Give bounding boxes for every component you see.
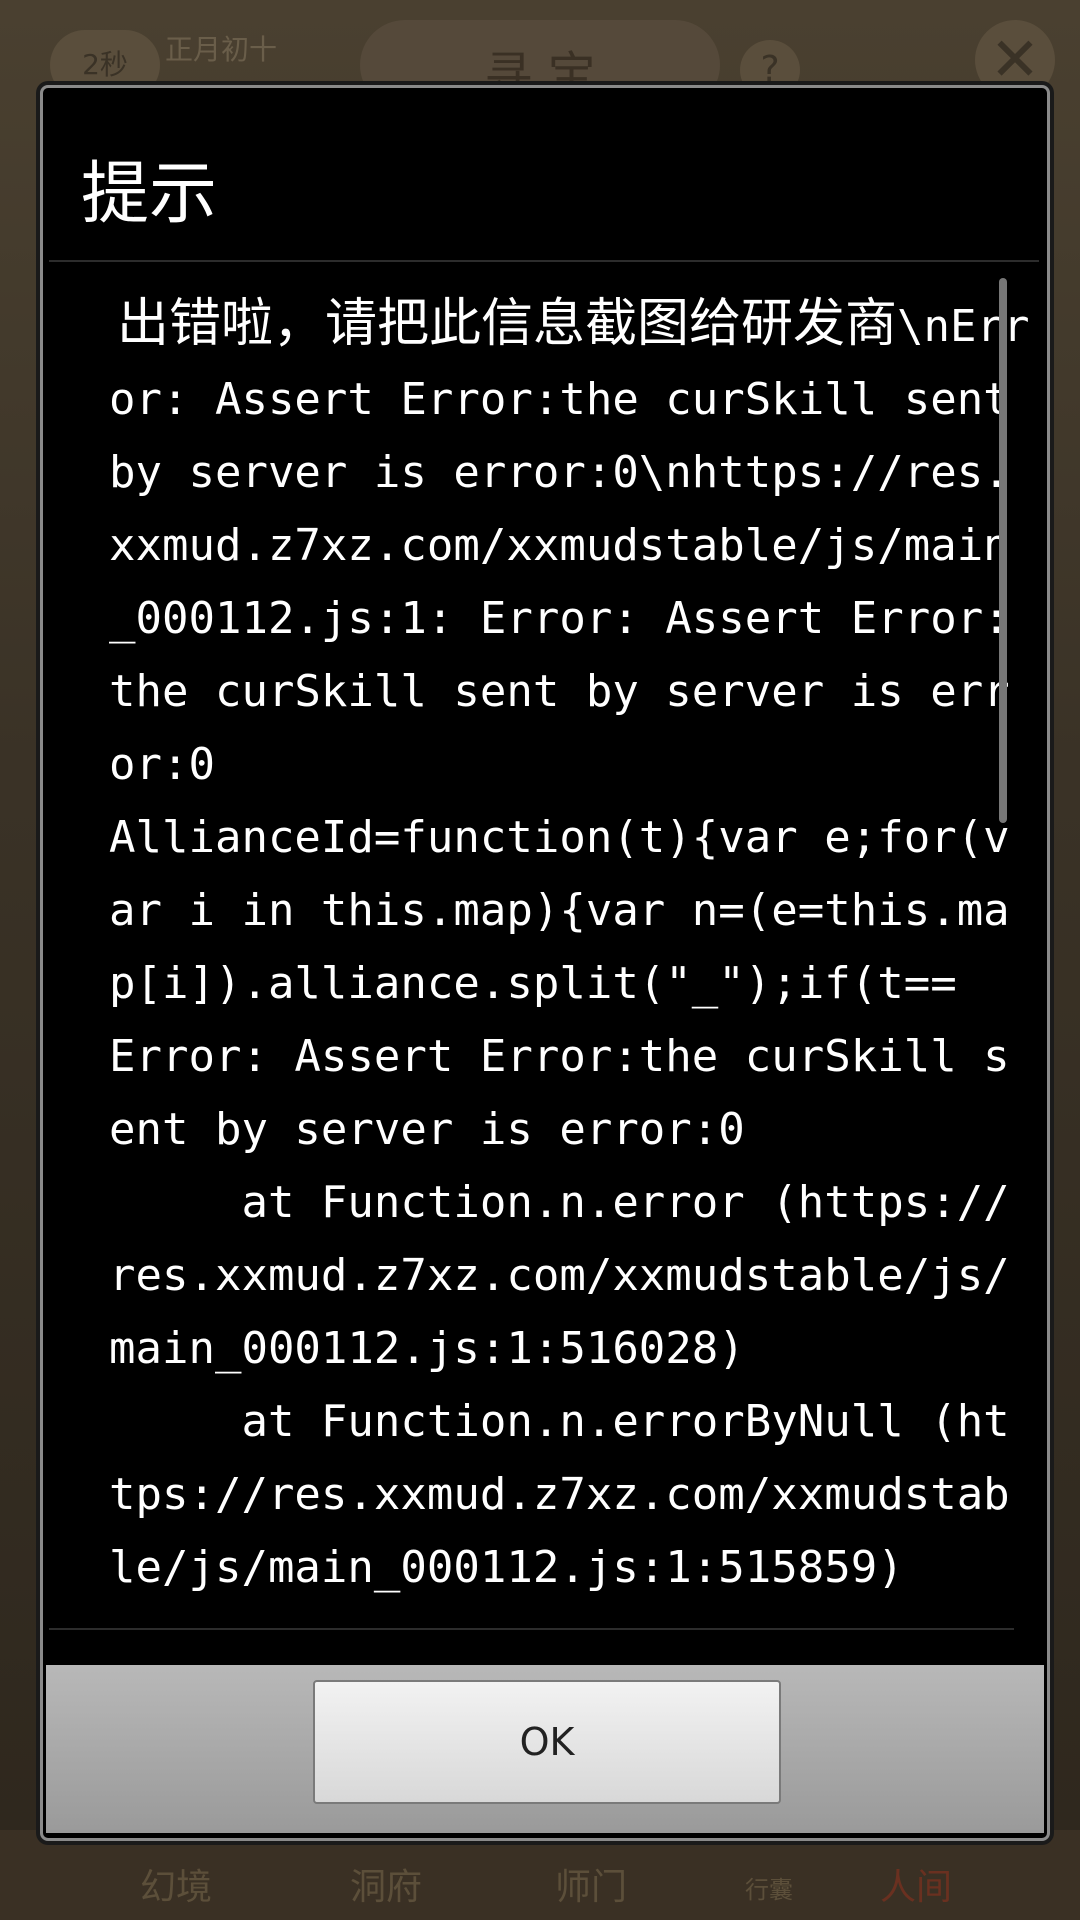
nav-tab: 洞府 [350, 1867, 423, 1908]
button-bar: OK [46, 1665, 1044, 1833]
scrollbar[interactable] [999, 278, 1007, 823]
message-heading: 出错啦，请把此信息截图给研发商 [117, 294, 898, 354]
message-scroll-area[interactable]: 出错啦，请把此信息截图给研发商\nError: Assert Error:the… [105, 288, 1035, 1613]
message-body: \nError: Assert Error:the curSkill sent … [109, 301, 1030, 1593]
date-label: 正月初十 [165, 33, 278, 66]
error-dialog: 提示 出错啦，请把此信息截图给研发商\nError: Assert Error:… [40, 85, 1050, 1841]
nav-tab: 幻境 [140, 1867, 213, 1908]
divider [49, 260, 1039, 262]
error-message: 出错啦，请把此信息截图给研发商\nError: Assert Error:the… [105, 288, 1035, 1604]
nav-tab: 行囊 [745, 1876, 793, 1904]
ok-button[interactable]: OK [313, 1680, 781, 1804]
divider [49, 1628, 1014, 1630]
bottom-nav: 幻境 洞府 师门 行囊 人间 [0, 1830, 1080, 1920]
dialog-title: 提示 [81, 155, 218, 234]
nav-tab: 师门 [555, 1867, 628, 1908]
nav-tab: 人间 [880, 1867, 953, 1908]
